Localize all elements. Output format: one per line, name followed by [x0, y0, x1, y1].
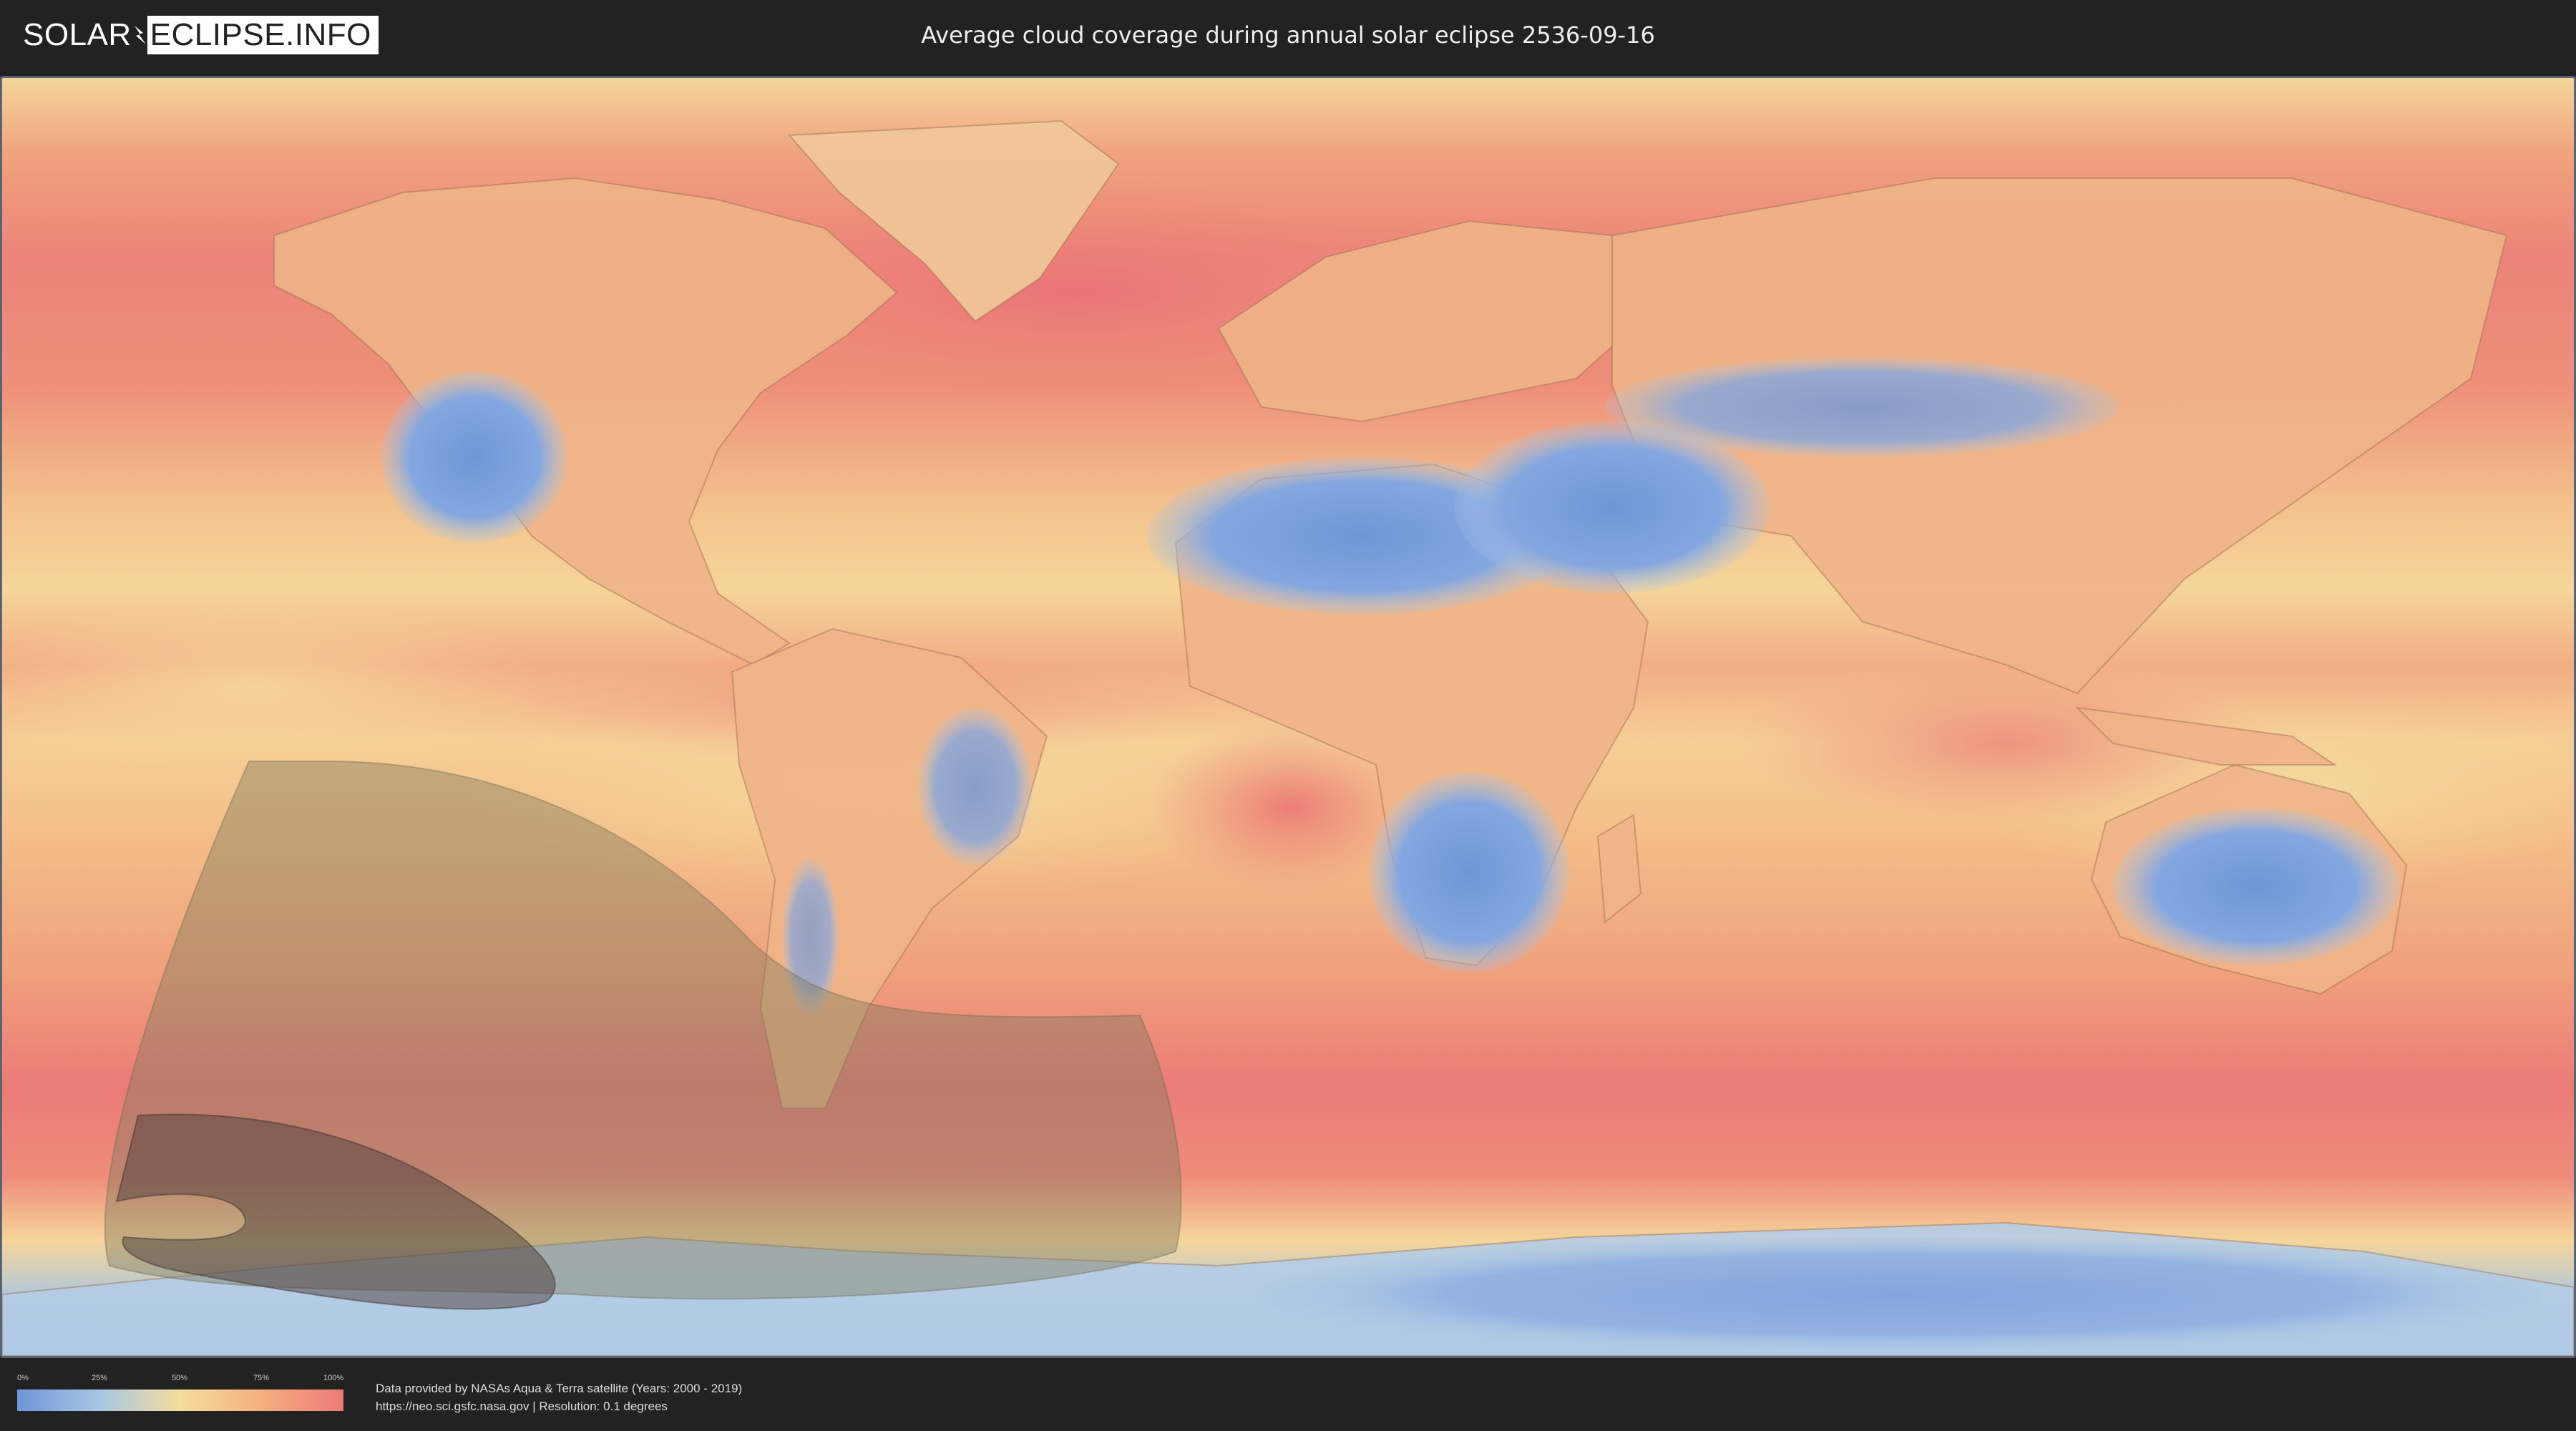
legend-tick-75: 75% [253, 1374, 270, 1382]
legend-tick-100: 100% [323, 1374, 344, 1382]
credits-line-1: Data provided by NASAs Aqua & Terra sate… [376, 1382, 743, 1395]
footer-bar: 0% 25% 50% 75% 100% Data provided by NAS… [0, 1358, 2576, 1431]
data-credits: Data provided by NASAs Aqua & Terra sate… [376, 1379, 742, 1415]
credits-line-2: https://neo.sci.gsfc.nasa.gov | Resoluti… [376, 1400, 668, 1413]
page-title: Average cloud coverage during annual sol… [921, 21, 1655, 49]
world-map-svg [2, 78, 2574, 1356]
cloud-coverage-map[interactable] [0, 76, 2576, 1358]
header-bar: SOLAR ECLIPSE.INFO Average cloud coverag… [0, 0, 2576, 72]
legend-tick-labels: 0% 25% 50% 75% 100% [17, 1374, 343, 1384]
legend-color-scale [17, 1390, 343, 1411]
legend-tick-25: 25% [92, 1374, 108, 1382]
legend-tick-50: 50% [172, 1374, 188, 1382]
legend-tick-0: 0% [17, 1374, 29, 1382]
